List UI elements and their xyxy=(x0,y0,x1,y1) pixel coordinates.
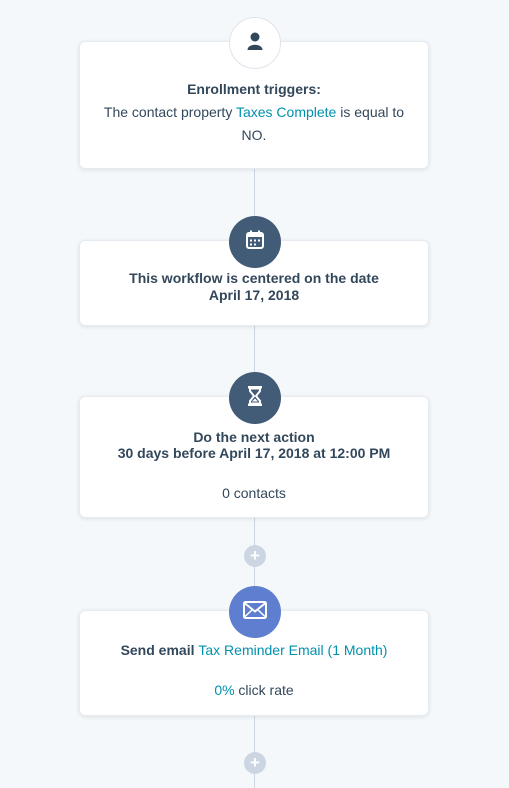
delay-timing: 30 days before April 17, 2018 at 12:00 P… xyxy=(117,445,391,461)
calendar-icon xyxy=(244,229,266,256)
add-action-button[interactable]: + xyxy=(244,752,266,774)
date-centered-value: April 17, 2018 xyxy=(208,287,300,303)
trigger-text-suffix: is equal to xyxy=(336,104,405,120)
user-icon xyxy=(245,31,265,56)
send-email-line: Send email Tax Reminder Email (1 Month) xyxy=(80,640,428,660)
property-link[interactable]: Taxes Complete xyxy=(236,104,336,120)
envelope-icon xyxy=(243,600,267,624)
email-name-link[interactable]: Tax Reminder Email (1 Month) xyxy=(198,642,387,658)
click-rate-value[interactable]: 0% xyxy=(214,682,234,698)
delay-contacts-count[interactable]: 0 contacts xyxy=(80,485,428,501)
trigger-value: NO. xyxy=(241,127,267,143)
add-action-button[interactable]: + xyxy=(244,545,266,567)
hourglass-icon xyxy=(245,385,265,412)
trigger-text-prefix: The contact property xyxy=(103,104,236,120)
date-badge xyxy=(229,216,281,268)
email-badge xyxy=(229,586,281,638)
trigger-title: Enrollment triggers: xyxy=(187,81,321,97)
delay-badge xyxy=(229,372,281,424)
date-centered-text: This workflow is centered on the date xyxy=(129,270,379,286)
delay-text: Do the next action xyxy=(193,429,315,445)
click-rate-label: click rate xyxy=(234,682,294,698)
send-email-label: Send email xyxy=(120,642,199,658)
click-rate: 0% click rate xyxy=(80,680,428,700)
enrollment-trigger-badge xyxy=(229,17,281,69)
trigger-condition: The contact property Taxes Complete is e… xyxy=(80,101,428,124)
